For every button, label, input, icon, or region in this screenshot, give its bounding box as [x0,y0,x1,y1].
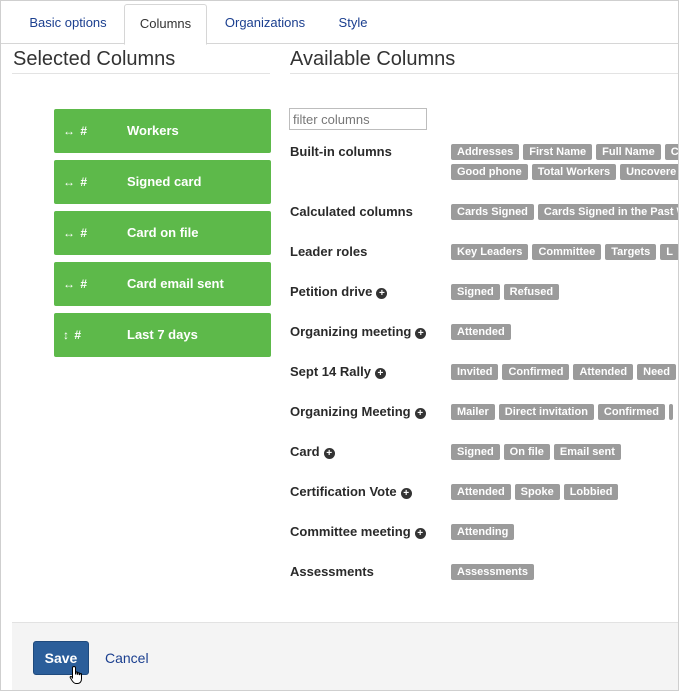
tag-list-organizing-meeting-2: Mailer Direct invitation Confirmed [451,404,677,420]
group-label-organizing-meeting: Organizing meeting + [290,324,427,339]
tag-list-leader-roles: Key Leaders Committee Targets L [451,244,678,260]
column-tag[interactable]: Good phone [451,164,528,180]
column-tag[interactable]: Attended [451,324,511,340]
tag-list-built-in-row2: Good phone Total Workers Uncovere [451,164,678,180]
cancel-link[interactable]: Cancel [105,650,149,666]
available-divider [290,73,678,74]
tab-organizations[interactable]: Organizations [215,4,315,42]
drag-handle-icon[interactable]: ↔ # [63,211,88,255]
column-tag[interactable]: Email sent [553,444,621,460]
hand-pointer-cursor-icon [69,665,82,684]
column-tag[interactable]: Spoke [514,484,560,500]
filter-columns-input[interactable] [289,108,427,130]
add-plus-icon[interactable]: + [323,448,335,459]
column-tag[interactable]: Mailer [451,404,495,420]
group-name: Card [290,444,320,459]
add-plus-icon[interactable]: + [374,368,386,379]
column-tag[interactable]: First Name [523,144,593,160]
tab-columns[interactable]: Columns [124,4,207,45]
group-label-assessments: Assessments [290,564,374,579]
group-name: Petition drive [290,284,373,299]
tag-list-organizing-meeting: Attended [451,324,515,340]
tag-list-petition-drive: Signed Refused [451,284,563,300]
column-tag[interactable]: Lobbied [563,484,619,500]
tag-list-certification-vote: Attended Spoke Lobbied [451,484,622,500]
column-tag[interactable]: Cards Signed in the Past W [537,204,678,220]
column-tag[interactable]: Cards Signed [451,204,534,220]
tab-bar: Basic options Columns Organizations Styl… [1,1,678,45]
tag-list-committee-meeting: Attending [451,524,518,540]
group-label-certification-vote: Certification Vote + [290,484,412,499]
group-name: Organizing meeting [290,324,412,339]
tag-list-card: Signed On file Email sent [451,444,625,460]
selected-columns-heading: Selected Columns [13,48,176,70]
tab-basic-options[interactable]: Basic options [18,4,118,42]
selected-column-label: Last 7 days [127,327,198,342]
column-tag[interactable]: Confirmed [597,404,665,420]
group-name: Certification Vote [290,484,397,499]
selected-column-last-7-days[interactable]: ↕ # Last 7 days [54,313,271,357]
column-tag[interactable]: Signed [451,444,500,460]
selected-divider [12,73,270,74]
selected-column-label: Signed card [127,174,202,189]
selected-column-label: Workers [127,123,179,138]
group-label-organizing-meeting-2: Organizing Meeting + [290,404,426,419]
column-tag[interactable]: L [660,244,678,260]
group-label-built-in-columns: Built-in columns [290,144,392,159]
column-tag[interactable]: Assessments [451,564,534,580]
drag-handle-icon[interactable]: ↔ # [63,160,88,204]
column-tag[interactable]: Targets [605,244,657,260]
column-tag[interactable]: C [664,144,678,160]
selected-column-signed-card[interactable]: ↔ # Signed card [54,160,271,204]
column-tag[interactable]: On file [503,444,550,460]
group-name: Committee meeting [290,524,411,539]
selected-column-label: Card on file [127,225,199,240]
column-tag[interactable]: Signed [451,284,500,300]
column-tag[interactable]: Full Name [596,144,661,160]
drag-handle-icon[interactable]: ↔ # [63,109,88,153]
column-tag[interactable]: Attended [451,484,511,500]
group-label-card: Card + [290,444,335,459]
selected-column-card-on-file[interactable]: ↔ # Card on file [54,211,271,255]
column-tag[interactable]: Confirmed [502,364,570,380]
selected-column-workers[interactable]: ↔ # Workers [54,109,271,153]
group-label-calculated-columns: Calculated columns [290,204,413,219]
column-tag[interactable] [668,404,673,420]
group-label-committee-meeting: Committee meeting + [290,524,426,539]
add-plus-icon[interactable]: + [414,528,426,539]
tag-list-calculated: Cards Signed Cards Signed in the Past W [451,204,678,220]
column-tag[interactable]: Attending [451,524,515,540]
selected-column-label: Card email sent [127,276,224,291]
add-plus-icon[interactable]: + [414,408,426,419]
column-tag[interactable]: Attended [573,364,634,380]
selected-column-card-email-sent[interactable]: ↔ # Card email sent [54,262,271,306]
tag-list-assessments: Assessments [451,564,538,580]
drag-handle-icon[interactable]: ↔ # [63,262,88,306]
add-plus-icon[interactable]: + [376,288,388,299]
tag-list-built-in: Addresses First Name Full Name C [451,144,678,160]
column-tag[interactable]: Refused [503,284,560,300]
column-tag[interactable]: Addresses [451,144,520,160]
add-plus-icon[interactable]: + [400,488,412,499]
column-tag[interactable]: Need [637,364,677,380]
column-tag[interactable]: Key Leaders [451,244,529,260]
available-columns-heading: Available Columns [290,48,456,70]
group-label-sept-14-rally: Sept 14 Rally + [290,364,386,379]
column-tag[interactable]: Uncovere [620,164,678,180]
group-name: Sept 14 Rally [290,364,371,379]
column-tag[interactable]: Invited [451,364,499,380]
columns-dialog: Basic options Columns Organizations Styl… [0,0,679,691]
column-tag[interactable]: Direct invitation [498,404,594,420]
group-label-petition-drive: Petition drive + [290,284,388,299]
drag-handle-icon[interactable]: ↕ # [63,313,82,357]
column-tag[interactable]: Committee [532,244,602,260]
add-plus-icon[interactable]: + [415,328,427,339]
tag-list-sept-14-rally: Invited Confirmed Attended Need [451,364,678,380]
group-label-leader-roles: Leader roles [290,244,368,259]
column-tag[interactable]: Total Workers [531,164,617,180]
tab-style[interactable]: Style [328,4,378,42]
group-name: Organizing Meeting [290,404,411,419]
